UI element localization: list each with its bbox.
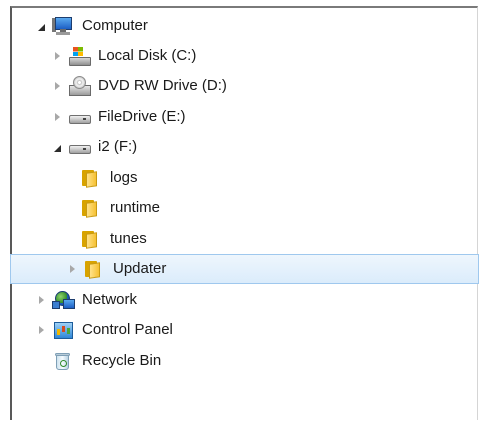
- folder-icon: [83, 259, 105, 279]
- expander-closed-icon[interactable]: [65, 262, 79, 276]
- local-disk-icon: [68, 46, 91, 66]
- recycle-bin-icon: [52, 351, 74, 371]
- folder-icon: [80, 168, 102, 188]
- tree-item-recycle-bin[interactable]: Recycle Bin: [12, 346, 477, 376]
- tree-item-label: runtime: [110, 199, 161, 216]
- tree-item-filedrive[interactable]: FileDrive (E:): [12, 102, 477, 132]
- expander-open-icon[interactable]: [50, 140, 64, 154]
- folder-icon: [80, 198, 102, 218]
- tree-item-label: DVD RW Drive (D:): [98, 77, 227, 94]
- tree-item-computer[interactable]: Computer: [12, 11, 477, 41]
- tree-item-label: logs: [110, 169, 138, 186]
- tree-item-label: Computer: [82, 17, 148, 34]
- tree-item-label: Updater: [113, 260, 167, 277]
- network-icon: [52, 290, 75, 310]
- tree-item-label: Recycle Bin: [82, 352, 162, 369]
- tree-item-tunes[interactable]: tunes: [12, 224, 477, 254]
- tree-item-label: FileDrive (E:): [98, 108, 186, 125]
- tree-item-label: i2 (F:): [98, 138, 138, 155]
- tree-item-i2-drive[interactable]: i2 (F:): [12, 132, 477, 162]
- control-panel-icon: [52, 320, 74, 340]
- expander-closed-icon[interactable]: [50, 110, 64, 124]
- dvd-drive-icon: [68, 76, 91, 96]
- tree-item-runtime[interactable]: runtime: [12, 193, 477, 223]
- expander-closed-icon[interactable]: [50, 49, 64, 63]
- tree-item-updater[interactable]: Updater: [10, 254, 479, 284]
- tree-item-label: tunes: [110, 230, 147, 247]
- tree-item-label: Local Disk (C:): [98, 47, 197, 64]
- navigation-tree-pane: Computer Local Disk (C:) DVD RW Drive (D…: [10, 6, 479, 420]
- tree-item-dvd-drive[interactable]: DVD RW Drive (D:): [12, 71, 477, 101]
- tree-item-label: Control Panel: [82, 321, 173, 338]
- removable-drive-icon: [68, 137, 91, 157]
- removable-drive-icon: [68, 107, 91, 127]
- folder-icon: [80, 229, 102, 249]
- expander-closed-icon[interactable]: [34, 323, 48, 337]
- tree-item-control-panel[interactable]: Control Panel: [12, 315, 477, 345]
- computer-icon: [52, 16, 74, 36]
- tree-item-label: Network: [82, 291, 138, 308]
- expander-open-icon[interactable]: [34, 19, 48, 33]
- expander-closed-icon[interactable]: [34, 293, 48, 307]
- tree-item-local-disk[interactable]: Local Disk (C:): [12, 41, 477, 71]
- expander-closed-icon[interactable]: [50, 79, 64, 93]
- tree-item-network[interactable]: Network: [12, 285, 477, 315]
- tree-item-logs[interactable]: logs: [12, 163, 477, 193]
